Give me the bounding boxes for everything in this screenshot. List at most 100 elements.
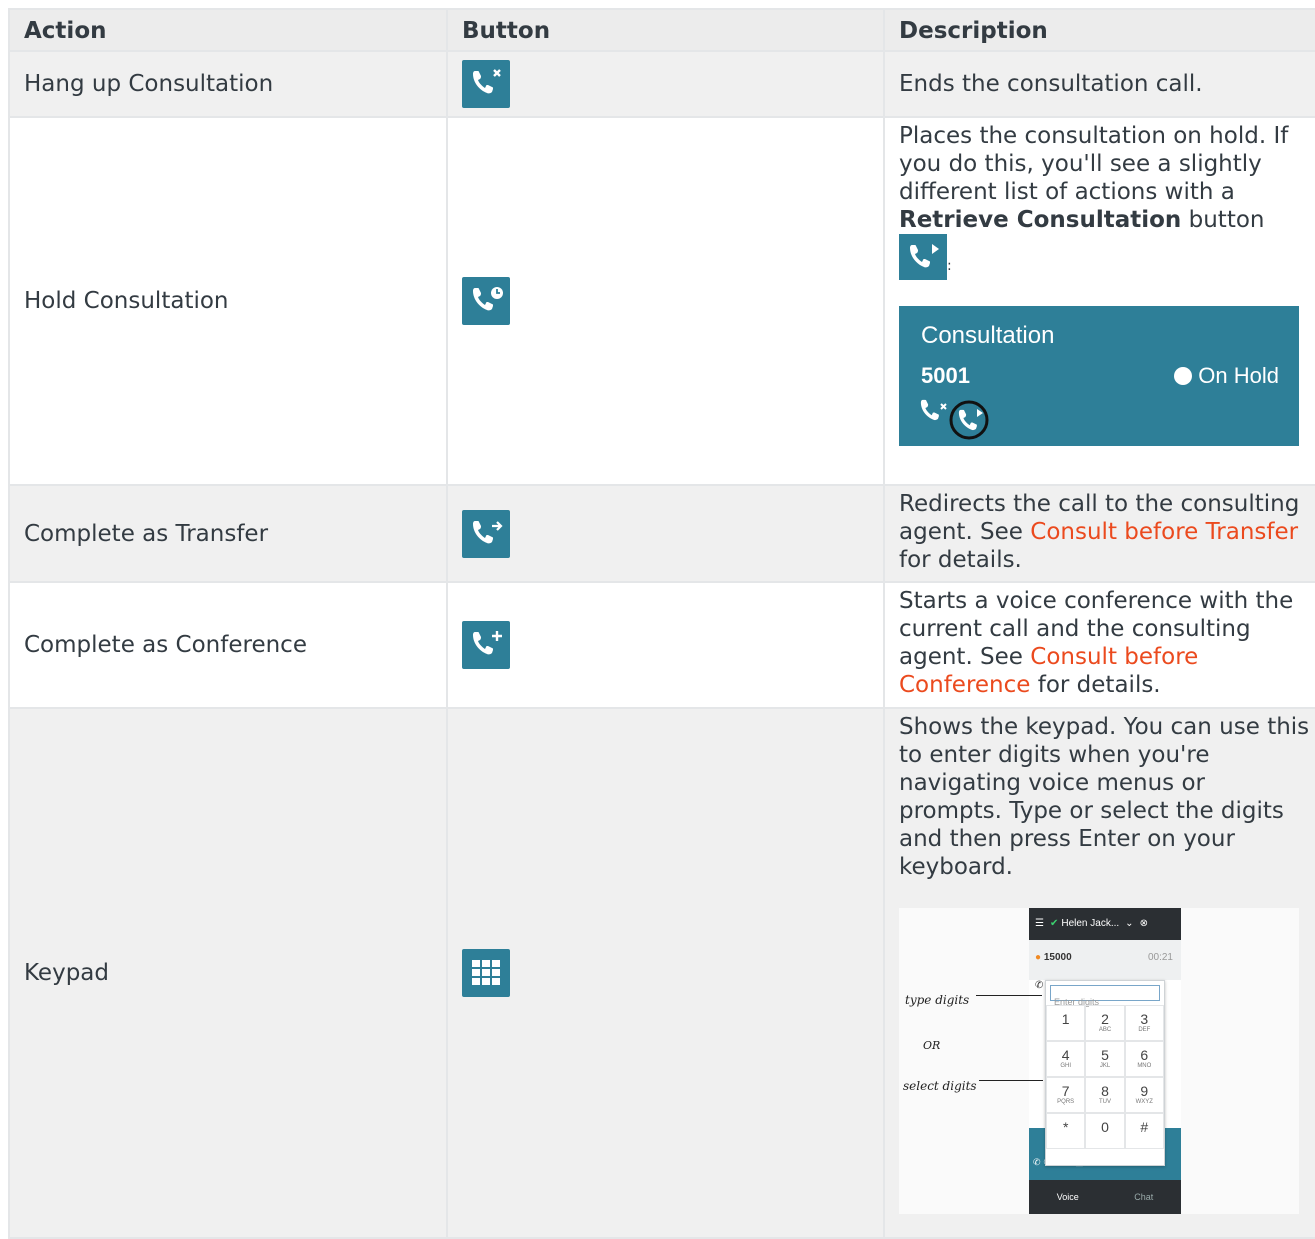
button-cell — [446, 707, 885, 1239]
actions-table: Action Button Description Hang up Consul… — [8, 8, 1315, 1239]
table-row: Complete as Transfer Redirects the call … — [8, 484, 1315, 583]
key-letters: GHI — [1060, 1063, 1071, 1069]
header-description: Description — [883, 8, 1315, 52]
button-cell — [446, 484, 885, 583]
keypad-key: 2 ABC — [1085, 1005, 1125, 1041]
key-digit: # — [1140, 1119, 1149, 1135]
table-row: Complete as Conference Starts a voice co… — [8, 581, 1315, 709]
key-digit: 5 — [1101, 1047, 1109, 1063]
keypad-key: 8 TUV — [1085, 1077, 1125, 1113]
call-time: 00:21 — [1147, 952, 1173, 963]
key-digit: 2 — [1101, 1011, 1109, 1027]
description-cell: Starts a voice conference with the curre… — [883, 581, 1315, 709]
keypad-key: 1 — [1046, 1005, 1086, 1041]
hold-icon[interactable] — [462, 277, 510, 325]
key-digit: 7 — [1061, 1083, 1070, 1099]
consultation-card-image: Consultation 5001 On Hold — [899, 306, 1299, 446]
card-title: Consultation — [921, 322, 1055, 349]
keypad-key: 6 MNO — [1124, 1041, 1164, 1077]
retrieve-consultation-label: Retrieve Consultation — [899, 207, 1182, 233]
hold-desc-colon: : — [947, 258, 952, 274]
keypad-popup: Enter digits 1 2 ABC 3 DEF 4 GHI 5 JKL 6 MNO 7 PQRS 8… — [1045, 980, 1165, 1166]
table-header-row: Action Button Description — [8, 8, 1315, 52]
annotation-or: OR — [923, 1039, 941, 1052]
key-digit: 8 — [1101, 1083, 1109, 1099]
button-cell — [446, 581, 885, 709]
action-cell: Hold Consultation — [8, 116, 448, 486]
hang-up-icon[interactable] — [462, 60, 510, 108]
keypad-key: # — [1124, 1113, 1164, 1149]
action-cell: Complete as Transfer — [8, 484, 448, 583]
tab-voice: Voice — [1056, 1192, 1079, 1202]
annotation-type-digits: type digits — [905, 993, 970, 1007]
table-row: Keypad Shows the keypad. You can use thi… — [8, 707, 1315, 1239]
hold-status-icon — [1174, 367, 1193, 385]
keypad-desc-text: Shows the keypad. You can use this to en… — [899, 714, 1310, 880]
ready-icon: ✔ — [1049, 918, 1059, 929]
keypad-key: 0 — [1085, 1113, 1125, 1149]
action-cell: Keypad — [8, 707, 448, 1239]
phone-top-bar: ☰ ✔ Helen Jack... ⌄ ⊗ — [1029, 908, 1181, 940]
agent-name: Helen Jack... — [1061, 918, 1120, 929]
hold-desc-after: button — [1188, 207, 1265, 233]
button-cell — [446, 50, 885, 118]
description-cell: Redirects the call to the consulting age… — [883, 484, 1315, 583]
description-cell: Ends the consultation call. — [883, 50, 1315, 118]
key-digit: 0 — [1101, 1119, 1109, 1135]
chevron-down-icon: ⌄ — [1125, 918, 1134, 929]
phone-call-row: ● 15000 00:21 ✆ ✆ ✆ ✆ ✆ ✆ — [1029, 940, 1181, 991]
keypad-key: 4 GHI — [1046, 1041, 1086, 1077]
menu-icon: ☰ — [1035, 918, 1044, 929]
card-status: On Hold — [1174, 362, 1279, 390]
key-letters: MNO — [1137, 1063, 1152, 1069]
agent-status: ✔ Helen Jack... — [1050, 910, 1119, 938]
arrow — [976, 995, 1042, 996]
description-cell: Shows the keypad. You can use this to en… — [883, 707, 1315, 1239]
table-row: Hold Consultation Places the consultatio… — [8, 116, 1315, 486]
hold-desc-text: Places the consultation on hold. If you … — [899, 123, 1289, 205]
annotation-select-digits: select digits — [903, 1079, 977, 1093]
retrieve-icon — [899, 234, 947, 280]
tab-chat: Chat — [1134, 1192, 1154, 1202]
key-digit: * — [1062, 1119, 1069, 1135]
key-digit: 1 — [1061, 1011, 1070, 1027]
key-letters: WXYZ — [1135, 1099, 1153, 1105]
phone-tab-bar: Voice Chat — [1029, 1180, 1181, 1214]
key-letters: DEF — [1138, 1027, 1151, 1033]
card-icons — [917, 396, 997, 448]
call-status-icon: ● — [1035, 952, 1042, 963]
conference-desc-after: for details. — [1037, 672, 1161, 698]
call-number: 15000 — [1043, 952, 1072, 963]
header-button: Button — [446, 8, 885, 52]
table-row: Hang up Consultation Ends the consultati… — [8, 50, 1315, 118]
keypad-key: 3 DEF — [1124, 1005, 1164, 1041]
arrow — [979, 1080, 1043, 1081]
key-letters: PQRS — [1057, 1099, 1075, 1105]
key-digit: 9 — [1140, 1083, 1149, 1099]
transfer-icon[interactable] — [462, 509, 510, 558]
button-cell — [446, 116, 885, 486]
consult-before-transfer-link[interactable]: Consult before Transfer — [1030, 519, 1298, 545]
description-cell: Places the consultation on hold. If you … — [883, 116, 1315, 486]
keypad-key: * — [1046, 1113, 1086, 1149]
header-action: Action — [8, 8, 448, 52]
keypad-key: 9 WXYZ — [1124, 1077, 1164, 1113]
settings-icon: ⊗ — [1139, 918, 1148, 929]
key-letters: ABC — [1098, 1027, 1112, 1033]
action-cell: Complete as Conference — [8, 581, 448, 709]
keypad-key: 5 JKL — [1085, 1041, 1125, 1077]
key-digit: 3 — [1140, 1011, 1149, 1027]
key-letters: JKL — [1099, 1063, 1111, 1069]
keypad-key: 7 PQRS — [1046, 1077, 1086, 1113]
transfer-desc-after: for details. — [899, 547, 1022, 573]
keypad-icon[interactable] — [462, 949, 510, 997]
key-digit: 6 — [1140, 1047, 1149, 1063]
digits-input: Enter digits — [1050, 985, 1160, 1007]
keypad-grid: 1 2 ABC 3 DEF 4 GHI 5 JKL 6 MNO 7 PQRS 8 TUV 9 WXYZ * 0 # — [1046, 1005, 1164, 1149]
action-cell: Hang up Consultation — [8, 50, 448, 118]
keypad-screenshot-image: ☰ ✔ Helen Jack... ⌄ ⊗ ● 15000 00:21 ✆ ✆ … — [899, 908, 1299, 1214]
key-digit: 4 — [1061, 1047, 1070, 1063]
card-status-label: On Hold — [1198, 363, 1279, 388]
card-number: 5001 — [921, 363, 970, 388]
conference-icon[interactable] — [462, 621, 510, 669]
